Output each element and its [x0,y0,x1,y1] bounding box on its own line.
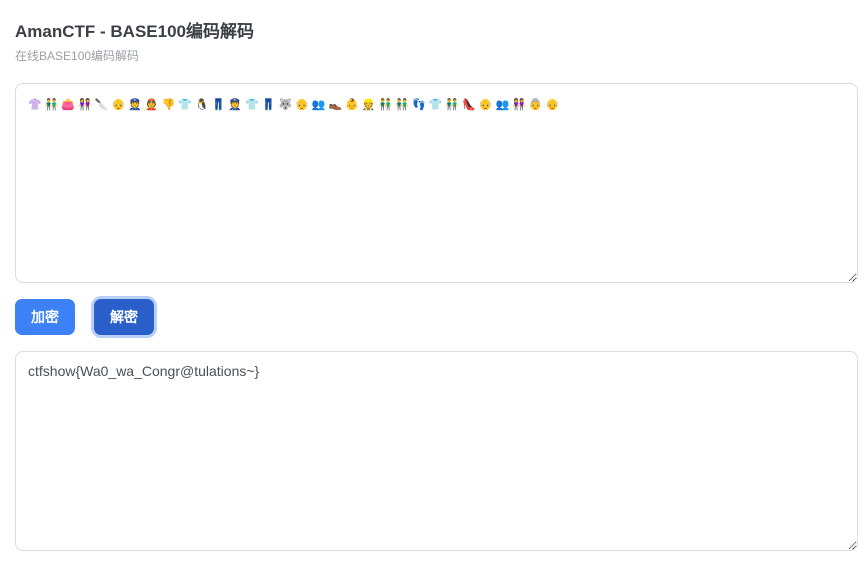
page-subtitle: 在线BASE100编码解码 [15,49,140,63]
decrypt-button[interactable]: 解密 [94,299,154,335]
output-textarea[interactable]: ctfshow{Wa0_wa_Congr@tulations~} [15,351,858,551]
resize-grip-icon[interactable] [847,272,855,280]
input-textarea[interactable]: 👚👬👛👭🔪👴👮👲👎👕🐧👖👮👕👖🐺👴👥👞👶👷👬👬👣👕👬👠👴👥👭👵👴 [15,83,858,283]
resize-grip-icon[interactable] [847,540,855,548]
encrypt-button[interactable]: 加密 [15,299,75,335]
output-text: ctfshow{Wa0_wa_Congr@tulations~} [28,363,260,379]
input-text: 👚👬👛👭🔪👴👮👲👎👕🐧👖👮👕👖🐺👴👥👞👶👷👬👬👣👕👬👠👴👥👭👵👴 [28,98,563,111]
page-title: AmanCTF - BASE100编码解码 [15,22,254,41]
page: AmanCTF - BASE100编码解码 在线BASE100编码解码 👚👬👛👭… [0,0,865,576]
